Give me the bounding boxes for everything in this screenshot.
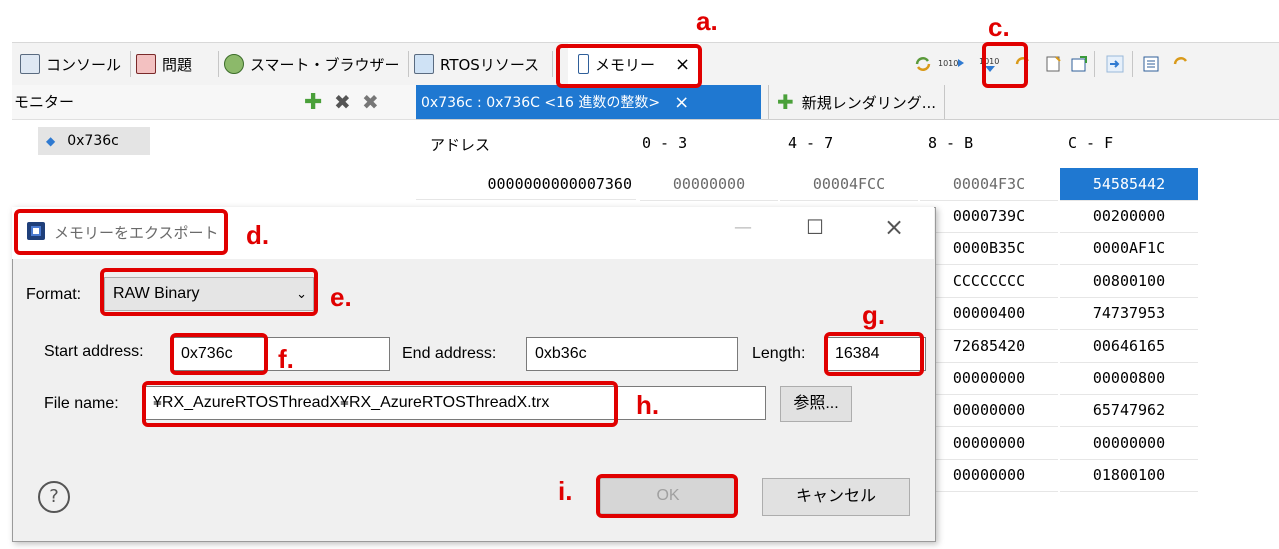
file-name-label: File name:: [44, 395, 119, 412]
memory-cell[interactable]: 00000000: [920, 459, 1058, 492]
memory-cell[interactable]: 00000800: [1060, 362, 1198, 395]
cancel-button[interactable]: キャンセル: [762, 478, 910, 516]
monitor-title: モニター: [14, 93, 75, 111]
header-col-0-3: 0 - 3: [642, 134, 688, 152]
tab-console-label: コンソール: [46, 55, 122, 74]
header-col-4-7: 4 - 7: [788, 134, 834, 152]
memory-cell[interactable]: CCCCCCCC: [920, 265, 1058, 298]
settings-icon[interactable]: [1172, 55, 1190, 73]
memory-cell[interactable]: 01800100: [1060, 459, 1198, 492]
tab-problems-label: 問題: [162, 55, 193, 74]
monitor-item[interactable]: ◆ 0x736c: [38, 127, 150, 155]
memory-cell[interactable]: 74737953: [1060, 297, 1198, 330]
link-icon[interactable]: [1106, 55, 1124, 73]
memory-cell[interactable]: 0000B35C: [920, 232, 1058, 265]
annotation-c: c.: [988, 12, 1010, 42]
console-icon: [20, 54, 40, 74]
memory-cell-selected[interactable]: 54585442: [1060, 168, 1198, 201]
highlight-h: [142, 381, 618, 427]
tab-rtos-resource[interactable]: RTOSリソース: [414, 43, 539, 85]
annotation-f: f.: [278, 344, 294, 374]
refresh-icon[interactable]: [914, 55, 932, 73]
end-address-field[interactable]: 0xb36c: [526, 337, 738, 371]
diamond-icon: ◆: [46, 134, 56, 148]
rtos-resource-icon: [414, 54, 434, 74]
smart-browser-icon: [224, 54, 244, 74]
minimize-button[interactable]: —: [734, 217, 752, 238]
highlight-i: [596, 474, 738, 518]
tab-console[interactable]: コンソール: [20, 43, 121, 85]
memory-cell[interactable]: 00200000: [1060, 200, 1198, 233]
new-file-icon[interactable]: [1044, 55, 1062, 73]
import-memory-icon[interactable]: 1010: [938, 55, 966, 73]
highlight-d: [14, 209, 228, 255]
highlight-e: [100, 268, 318, 316]
rendering-tab-active[interactable]: 0x736c : 0x736C <16 進数の整数> ×: [416, 85, 761, 119]
tab-smart-browser[interactable]: スマート・ブラウザー: [224, 43, 400, 85]
plus-icon: ✚: [777, 90, 794, 114]
memory-cell[interactable]: 0000AF1C: [1060, 232, 1198, 265]
tab-rtos-resource-label: RTOSリソース: [440, 55, 540, 74]
tab-smart-browser-label: スマート・ブラウザー: [250, 55, 400, 74]
memory-cell[interactable]: 00646165: [1060, 330, 1198, 363]
help-icon[interactable]: ?: [38, 481, 70, 513]
svg-text:1010: 1010: [938, 59, 958, 68]
annotation-g: g.: [862, 300, 886, 330]
remove-all-monitors-icon[interactable]: ✖: [362, 90, 379, 114]
memory-cell[interactable]: 00004F3C: [920, 168, 1058, 201]
new-rendering-label: 新規レンダリング...: [801, 93, 937, 112]
memory-cell[interactable]: 65747962: [1060, 394, 1198, 427]
memory-cell[interactable]: 72685420: [920, 330, 1058, 363]
highlight-a: [556, 44, 702, 88]
layout-icon[interactable]: [1142, 55, 1160, 73]
dialog-close-button[interactable]: ×: [884, 213, 904, 241]
highlight-c: [982, 42, 1028, 88]
monitor-header: モニター ✚ ✖ ✖: [12, 85, 416, 120]
header-col-c-f: C - F: [1068, 134, 1114, 152]
annotation-a: a.: [696, 6, 718, 36]
memory-cell[interactable]: 00000000: [640, 168, 778, 201]
memory-cell[interactable]: 00004FCC: [780, 168, 918, 201]
memory-cell[interactable]: 0000739C: [920, 200, 1058, 233]
address-cell: 0000000000007360: [416, 168, 636, 200]
length-label: Length:: [752, 345, 806, 362]
rendering-tab-label: 0x736c : 0x736C <16 進数の整数>: [421, 95, 661, 111]
end-address-label: End address:: [402, 345, 497, 362]
memory-cell[interactable]: 00800100: [1060, 265, 1198, 298]
memory-cell[interactable]: 00000000: [920, 427, 1058, 460]
tab-problems[interactable]: 問題: [136, 43, 192, 85]
header-col-8-b: 8 - B: [928, 134, 974, 152]
browse-button[interactable]: 参照...: [780, 386, 852, 422]
maximize-button[interactable]: ☐: [806, 215, 824, 239]
highlight-f: [170, 333, 268, 375]
annotation-h: h.: [636, 390, 660, 420]
open-window-icon[interactable]: [1070, 55, 1088, 73]
annotation-d: d.: [246, 220, 270, 250]
memory-cell[interactable]: 00000400: [920, 297, 1058, 330]
new-rendering-tab[interactable]: ✚ 新規レンダリング...: [768, 85, 946, 119]
annotation-e: e.: [330, 282, 352, 312]
memory-cell[interactable]: 00000000: [920, 362, 1058, 395]
close-icon[interactable]: ×: [674, 92, 689, 113]
memory-cell[interactable]: 00000000: [920, 394, 1058, 427]
remove-monitor-icon[interactable]: ✖: [334, 90, 351, 114]
end-address-value: 0xb36c: [535, 345, 587, 362]
format-label: Format:: [26, 286, 82, 303]
memory-cell[interactable]: 00000000: [1060, 427, 1198, 460]
add-monitor-icon[interactable]: ✚: [304, 90, 322, 115]
start-address-label: Start address:: [44, 343, 144, 360]
monitor-item-label: 0x736c: [67, 133, 119, 149]
annotation-i: i.: [558, 476, 573, 506]
header-address: アドレス: [430, 136, 491, 154]
problems-icon: [136, 54, 156, 74]
highlight-g: [824, 332, 924, 376]
